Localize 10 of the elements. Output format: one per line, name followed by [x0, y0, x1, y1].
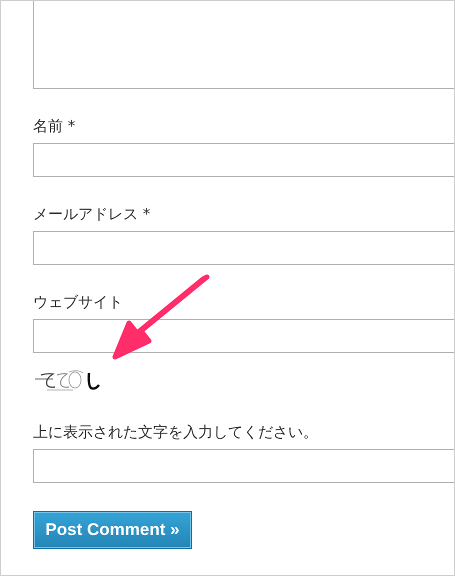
- input-field[interactable]: [33, 319, 454, 353]
- field-label: 名前 *: [33, 117, 76, 135]
- field-label: ウェブサイト: [33, 293, 124, 311]
- input-field[interactable]: [33, 231, 454, 265]
- post-comment-button[interactable]: Post Comment »: [33, 511, 192, 549]
- input-field[interactable]: [33, 143, 454, 177]
- comment-textarea[interactable]: [33, 1, 454, 89]
- field-label: 上に表示された文字を入力してください。: [33, 423, 319, 441]
- input-field[interactable]: [33, 449, 454, 483]
- field-label: メールアドレス *: [33, 205, 152, 223]
